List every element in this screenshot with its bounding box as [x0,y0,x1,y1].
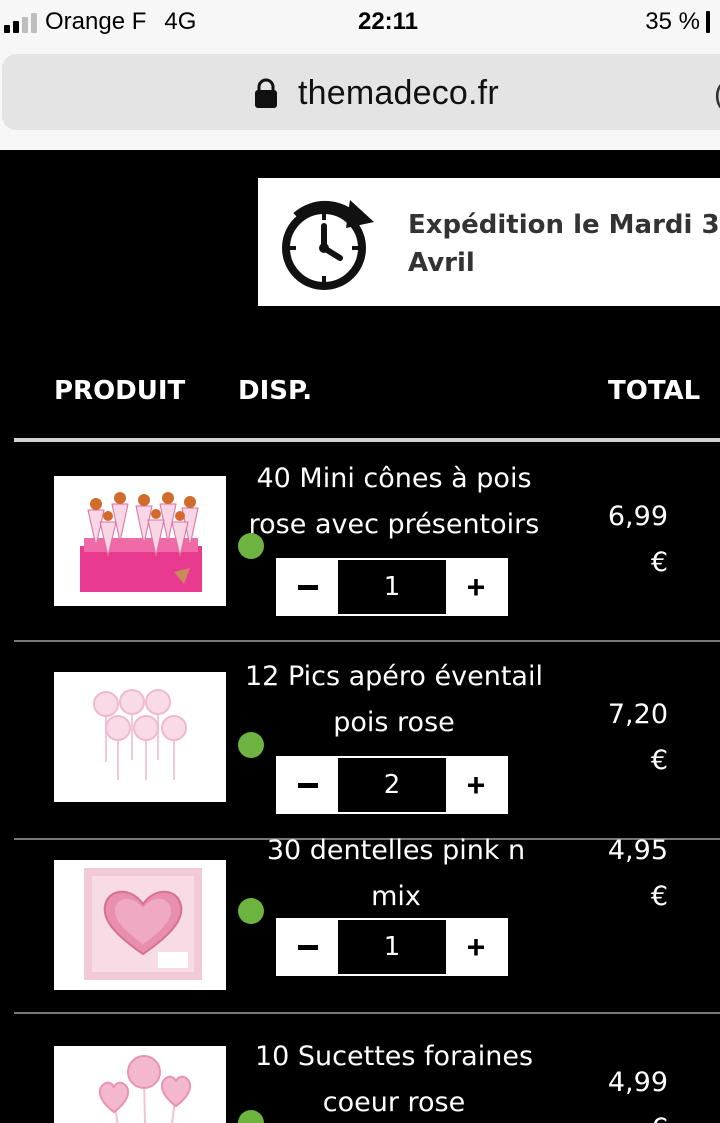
product-name[interactable]: 40 Mini cônes à pois rose avec présentoi… [238,456,550,548]
price-amount: 6,99 [607,501,668,532]
product-name-line: pois rose [333,707,455,738]
product-name-line: 12 Pics apéro éventail [245,661,543,692]
cart-row: 30 dentelles pink n mix 1 + 4,95 € [0,835,720,1014]
minus-icon [298,944,318,950]
battery-status: 35 % [645,8,710,36]
product-name-line: 30 dentelles pink n mix [266,835,526,912]
quantity-value[interactable]: 2 [338,758,446,812]
decrease-quantity-button[interactable] [278,758,338,812]
availability-indicator [238,533,264,559]
header-product: PRODUIT [54,376,186,406]
status-bar: Orange F 4G 22:11 35 % [0,0,720,50]
row-total: 4,99 € [590,1060,668,1123]
cart-row: 40 Mini cônes à pois rose avec présentoi… [0,442,720,642]
product-name-line: rose avec présentoirs [248,509,540,540]
price-amount: 7,20 [607,699,668,730]
row-total: 4,95 € [590,828,668,920]
cart-table-header: PRODUIT DISP. TOTAL [0,376,720,426]
lock-icon [255,78,277,108]
availability-indicator [238,898,264,924]
decrease-quantity-button[interactable] [278,920,338,974]
quantity-stepper: 1 + [276,558,508,616]
price-currency: € [590,1106,668,1123]
price-amount: 4,95 [607,835,668,866]
product-thumbnail[interactable] [54,476,226,606]
url-text[interactable]: themadeco.fr [298,74,499,113]
browser-chrome: themadeco.fr ( [0,50,720,150]
clock-refresh-icon [282,200,374,290]
increase-quantity-button[interactable]: + [446,560,506,614]
product-name-line: 10 Sucettes foraines [254,1041,534,1072]
quantity-value[interactable]: 1 [338,920,446,974]
product-thumbnail[interactable] [54,672,226,802]
quantity-stepper: 2 + [276,756,508,814]
cart-row: 12 Pics apéro éventail pois rose 2 + 7,2… [0,642,720,840]
product-thumbnail[interactable] [54,1046,226,1123]
minus-icon [298,584,318,590]
increase-quantity-button[interactable]: + [446,758,506,812]
row-total: 7,20 € [590,692,668,784]
battery-icon [706,11,710,33]
product-name[interactable]: 12 Pics apéro éventail pois rose [238,654,550,746]
price-currency: € [650,745,668,776]
minus-icon [298,782,318,788]
product-name-line: coeur rose [322,1087,466,1118]
price-amount: 4,99 [607,1067,668,1098]
clock-time: 22:11 [357,8,419,35]
price-currency: € [650,881,668,912]
cart-row: 10 Sucettes foraines coeur rose 4,99 € [0,1014,720,1123]
cart-page: Expédition le Mardi 3 Avril PRODUIT DISP… [0,150,720,1123]
shipping-banner: Expédition le Mardi 3 Avril [258,178,720,306]
quantity-value[interactable]: 1 [338,560,446,614]
address-bar[interactable]: themadeco.fr ( [2,54,720,130]
header-total: TOTAL [608,376,701,406]
shipping-date-text: Expédition le Mardi 3 Avril [408,210,720,278]
price-currency: € [650,547,668,578]
product-name-line: 40 Mini cônes à pois [256,463,532,494]
increase-quantity-button[interactable]: + [446,920,506,974]
row-total: 6,99 € [590,494,668,586]
reload-icon[interactable]: ( [714,78,720,112]
decrease-quantity-button[interactable] [278,560,338,614]
battery-percent: 35 % [645,8,700,35]
availability-indicator [238,732,264,758]
product-name[interactable]: 10 Sucettes foraines coeur rose [238,1034,550,1123]
product-name[interactable]: 30 dentelles pink n mix [238,828,554,920]
quantity-stepper: 1 + [276,918,508,976]
product-thumbnail[interactable] [54,860,226,990]
header-availability: DISP. [238,376,313,406]
